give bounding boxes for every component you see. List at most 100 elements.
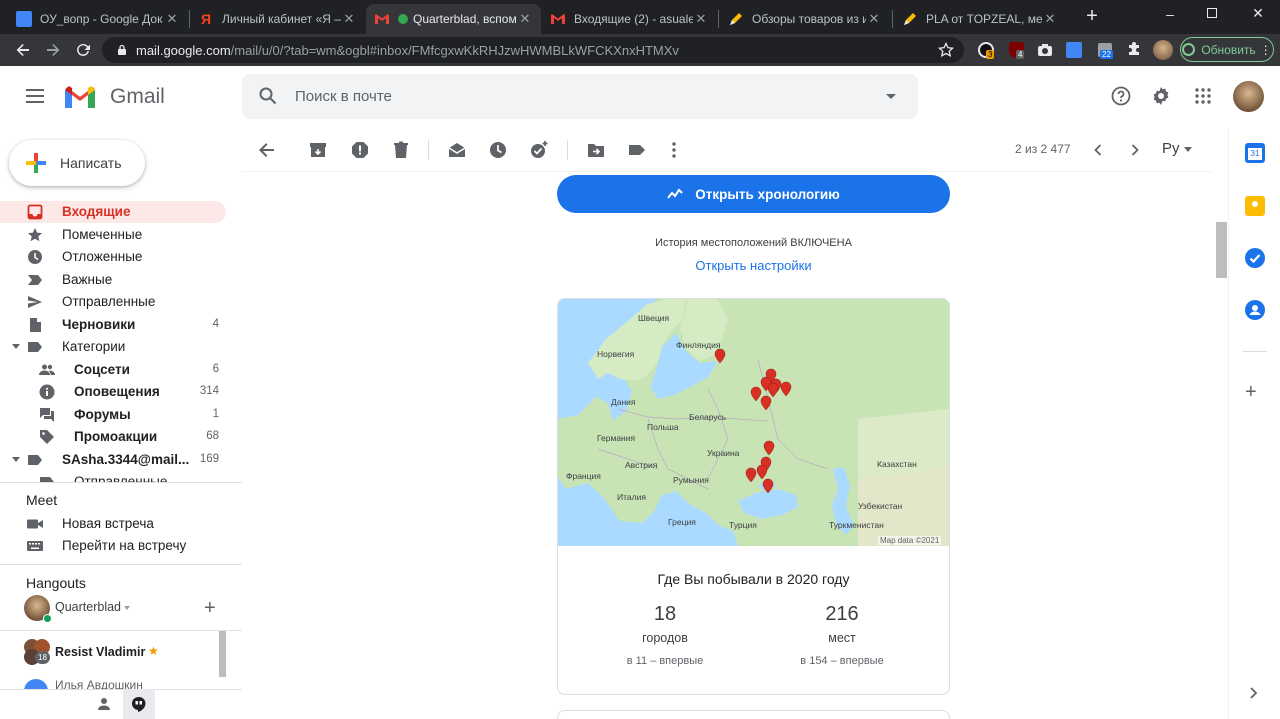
compose-button[interactable]: Написать [9,140,145,186]
location-pin-icon[interactable] [745,467,757,483]
hangouts-scrollbar[interactable] [219,631,226,677]
sidebar-item-updates[interactable]: Оповещения 314 [0,381,226,403]
sidebar-item-categories[interactable]: Категории [0,336,226,358]
search-input[interactable]: Поиск в почте [295,88,392,105]
browser-tab[interactable]: ОУ_вопр - Google Док ✕ [8,4,188,34]
hangouts-quote-icon[interactable] [131,696,147,712]
browser-tab[interactable]: Входящие (2) - asualex ✕ [542,4,717,34]
close-window-icon[interactable]: ✕ [1248,5,1268,25]
search-bar[interactable]: Поиск в почте [242,74,918,119]
meet-new-meeting[interactable]: Новая встреча [0,513,226,535]
move-to-icon[interactable] [586,140,606,160]
keep-icon[interactable] [1245,196,1265,216]
maximize-icon[interactable] [1207,8,1217,18]
location-pin-icon[interactable] [760,395,772,411]
back-to-inbox-icon[interactable] [257,140,277,160]
search-options-dropdown-icon[interactable] [886,94,896,99]
sidebar-item-drafts[interactable]: Черновики 4 [0,314,226,336]
more-actions-icon[interactable] [664,140,684,160]
location-pin-icon[interactable] [780,381,792,397]
contact-name[interactable]: Resist Vladimir [55,645,145,659]
bookmark-star-icon[interactable] [938,42,954,58]
translate-extension-icon[interactable] [1063,39,1085,61]
close-tab-icon[interactable]: ✕ [1042,11,1058,27]
open-settings-link[interactable]: Открыть настройки [557,258,950,273]
extensions-puzzle-icon[interactable] [1123,39,1145,61]
archive-icon[interactable] [308,140,328,160]
gmail-logo-icon[interactable] [63,84,97,110]
new-conversation-plus-icon[interactable]: + [204,598,216,618]
calendar-icon[interactable]: 31 [1245,143,1265,163]
location-pin-icon[interactable] [750,386,762,402]
older-chevron-right-icon[interactable] [1125,140,1145,160]
close-tab-icon[interactable]: ✕ [341,11,357,27]
language-dropdown-icon[interactable] [1184,147,1192,152]
menu-dots-icon[interactable]: ⋮ [1260,43,1272,57]
browser-tab[interactable]: Обзоры товаров из ин ✕ [720,4,890,34]
sidebar-item-label-folder[interactable]: SAsha.3344@mail... 169 [0,449,226,471]
visited-places-map[interactable]: Швеция Норвегия Финляндия Дания Беларусь… [558,299,949,546]
address-bar[interactable]: mail.google.com/mail/u/0/?tab=wm&ogbl#in… [102,37,964,63]
search-icon[interactable] [259,87,277,105]
minimize-icon[interactable]: – [1160,6,1180,26]
location-pin-icon[interactable] [762,478,774,494]
sidebar-item-promotions[interactable]: Промоакции 68 [0,426,226,448]
extension-icon[interactable]: 22 [1094,39,1116,61]
browser-tab[interactable]: Я Личный кабинет «Я — ✕ [190,4,365,34]
sidebar-item-forums[interactable]: Форумы 1 [0,404,226,426]
lock-icon[interactable] [116,44,128,56]
label-as-icon[interactable] [627,140,647,160]
close-tab-icon[interactable]: ✕ [517,11,533,27]
browser-tab-active[interactable]: Quarterblad, вспом ✕ [366,4,541,34]
location-pin-icon[interactable] [756,464,768,480]
sidebar-item-sent[interactable]: Отправленные [0,291,226,313]
delete-icon[interactable] [391,140,411,160]
mark-unread-icon[interactable] [447,140,467,160]
open-timeline-button[interactable]: Открыть хронологию [557,175,950,213]
main-menu-icon[interactable] [26,89,44,103]
back-icon[interactable] [12,39,34,61]
status-dropdown-icon[interactable] [124,606,130,610]
report-spam-icon[interactable] [350,140,370,160]
browser-tab[interactable]: PLA от TOPZEAL, меня ✕ [894,4,1066,34]
sidebar-item-sublabel[interactable]: Отправленные [0,471,226,482]
reload-icon[interactable] [72,39,94,61]
close-tab-icon[interactable]: ✕ [164,11,180,27]
account-avatar[interactable] [1233,81,1264,112]
new-tab-icon[interactable]: + [1082,6,1102,26]
snooze-clock-icon[interactable] [488,140,508,160]
hangouts-user-name[interactable]: Quarterblad [55,600,121,614]
contacts-person-icon[interactable] [97,697,111,711]
location-pin-icon[interactable] [763,440,775,456]
close-tab-icon[interactable]: ✕ [693,11,709,27]
location-pin-icon[interactable] [767,382,779,398]
get-addons-plus-icon[interactable]: + [1245,382,1257,402]
extension-icon[interactable]: 3 [975,39,997,61]
message-scrollbar[interactable] [1216,222,1227,278]
contact-name[interactable]: Илья Авдошкин [55,678,143,689]
camera-extension-icon[interactable] [1034,39,1056,61]
contacts-icon[interactable] [1245,300,1265,320]
tasks-icon[interactable] [1245,248,1265,268]
sidebar-item-starred[interactable]: Помеченные [0,224,226,246]
input-language-selector[interactable]: Ру [1162,140,1180,157]
sidebar-item-important[interactable]: Важные [0,269,226,291]
ublock-extension-icon[interactable]: 4 [1005,39,1027,61]
expand-caret-icon[interactable] [12,344,20,349]
meet-join-meeting[interactable]: Перейти на встречу [0,535,226,557]
add-to-tasks-icon[interactable] [529,140,549,160]
show-side-panel-chevron-icon[interactable] [1249,686,1259,700]
update-browser-button[interactable]: Обновить ⋮ [1180,37,1274,62]
sidebar-item-social[interactable]: Соцсети 6 [0,359,226,381]
settings-gear-icon[interactable] [1151,86,1171,106]
sidebar-item-inbox[interactable]: Входящие [0,201,226,223]
close-tab-icon[interactable]: ✕ [866,11,882,27]
help-icon[interactable] [1111,86,1131,106]
profile-avatar[interactable] [1152,39,1174,61]
expand-caret-icon[interactable] [12,457,20,462]
location-pin-icon[interactable] [714,348,726,364]
contact-avatar[interactable]: 18 [24,639,50,665]
apps-grid-icon[interactable] [1195,88,1211,104]
forward-icon[interactable] [42,39,64,61]
newer-chevron-left-icon[interactable] [1088,140,1108,160]
